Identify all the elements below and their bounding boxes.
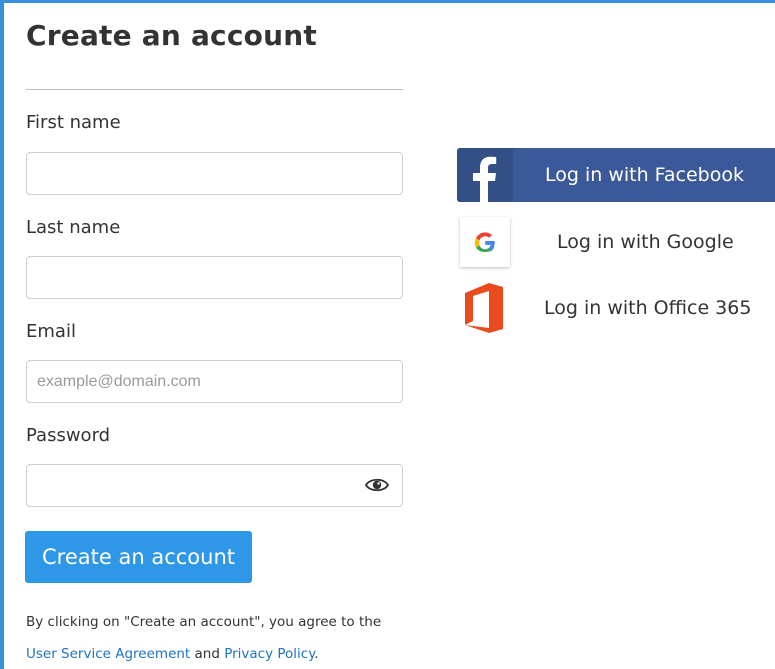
google-login-label: Log in with Google	[557, 231, 734, 253]
terms-suffix: .	[314, 646, 319, 662]
last-name-input[interactable]	[26, 256, 403, 299]
privacy-policy-link[interactable]: Privacy Policy	[224, 646, 314, 662]
office365-login-button[interactable]: Log in with Office 365	[457, 281, 775, 335]
title-divider	[26, 89, 403, 90]
facebook-icon-box	[457, 148, 513, 202]
facebook-login-label: Log in with Facebook	[545, 164, 744, 186]
page-title: Create an account	[26, 19, 317, 52]
google-icon-box	[460, 217, 510, 267]
terms-links: User Service Agreement and Privacy Polic…	[26, 646, 319, 662]
terms-text: By clicking on "Create an account", you …	[26, 614, 382, 630]
password-label: Password	[26, 425, 111, 446]
email-input[interactable]	[26, 360, 403, 403]
signup-panel: Create an account First name Last name E…	[0, 0, 775, 669]
office365-login-label: Log in with Office 365	[544, 297, 752, 319]
first-name-input[interactable]	[26, 152, 403, 195]
password-input[interactable]	[26, 464, 403, 507]
facebook-icon	[473, 156, 497, 202]
terms-conjunction: and	[190, 646, 225, 662]
eye-icon[interactable]	[365, 476, 389, 494]
last-name-label: Last name	[26, 217, 121, 238]
email-label: Email	[26, 321, 76, 342]
office365-icon	[465, 283, 503, 333]
google-login-button[interactable]: Log in with Google	[457, 215, 775, 269]
facebook-login-button[interactable]: Log in with Facebook	[457, 148, 775, 202]
first-name-label: First name	[26, 112, 121, 133]
create-account-button[interactable]: Create an account	[25, 531, 252, 583]
google-icon	[474, 232, 495, 252]
user-service-agreement-link[interactable]: User Service Agreement	[26, 646, 190, 662]
